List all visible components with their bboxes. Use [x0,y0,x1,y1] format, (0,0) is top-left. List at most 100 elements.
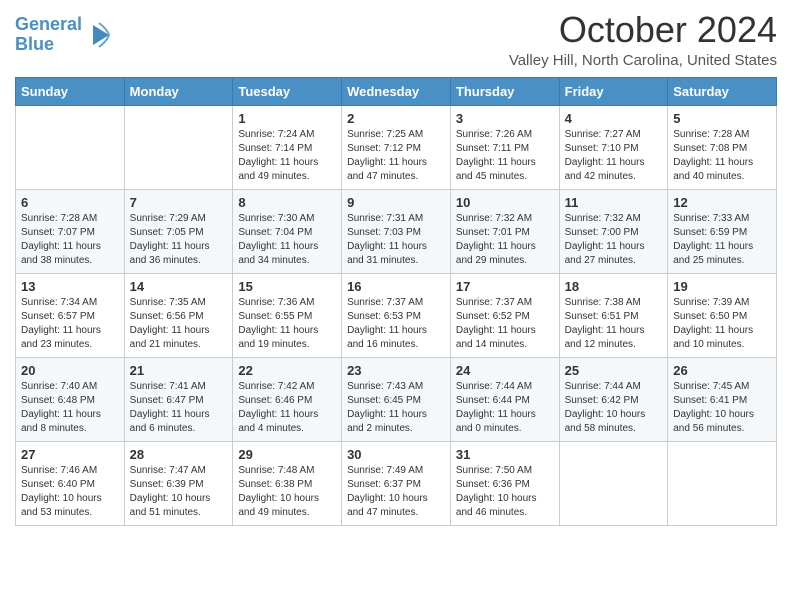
calendar-week-row: 1 Sunrise: 7:24 AM Sunset: 7:14 PM Daylig… [16,105,777,189]
calendar-cell: 8Sunrise: 7:30 AM Sunset: 7:04 PM Daylig… [233,189,342,273]
calendar-cell: 31 Sunrise: 7:50 AM Sunset: 6:36 PM Dayli… [450,441,559,525]
day-info: Sunrise: 7:34 AM Sunset: 6:57 PM Dayligh… [21,296,119,352]
day-number: 16 [347,279,445,294]
weekday-header-monday: Monday [124,77,233,105]
day-number: 28 [130,447,228,462]
day-info: Sunrise: 7:35 AM Sunset: 6:56 PM Dayligh… [130,296,228,352]
calendar-cell: 7 Sunrise: 7:29 AM Sunset: 7:05 PM Daylig… [124,189,233,273]
day-info: Sunrise: 7:36 AM Sunset: 6:55 PM Dayligh… [238,296,336,352]
day-number: 11 [565,195,663,210]
calendar-cell: 29Sunrise: 7:48 AM Sunset: 6:38 PM Dayli… [233,441,342,525]
logo-icon [85,21,113,49]
calendar-cell: 21Sunrise: 7:41 AM Sunset: 6:47 PM Dayli… [124,357,233,441]
calendar-cell: 9Sunrise: 7:31 AM Sunset: 7:03 PM Daylig… [342,189,451,273]
day-number: 18 [565,279,663,294]
calendar-cell: 15 Sunrise: 7:36 AM Sunset: 6:55 PM Dayli… [233,273,342,357]
day-number: 23 [347,363,445,378]
calendar-cell: 18 Sunrise: 7:38 AM Sunset: 6:51 PM Dayli… [559,273,668,357]
day-info: Sunrise: 7:47 AM Sunset: 6:39 PM Dayligh… [130,464,228,520]
day-number: 9 [347,195,445,210]
calendar-cell: 17 Sunrise: 7:37 AM Sunset: 6:52 PM Dayli… [450,273,559,357]
day-info: Sunrise: 7:49 AM Sunset: 6:37 PM Dayligh… [347,464,445,520]
day-info: Sunrise: 7:37 AM Sunset: 6:52 PM Dayligh… [456,296,554,352]
day-number: 31 [456,447,554,462]
calendar-cell: 11 Sunrise: 7:32 AM Sunset: 7:00 PM Dayli… [559,189,668,273]
calendar-cell: 13 Sunrise: 7:34 AM Sunset: 6:57 PM Dayli… [16,273,125,357]
day-info: Sunrise: 7:46 AM Sunset: 6:40 PM Dayligh… [21,464,119,520]
day-number: 17 [456,279,554,294]
calendar-cell: 16 Sunrise: 7:37 AM Sunset: 6:53 PM Dayli… [342,273,451,357]
calendar-cell: 5 Sunrise: 7:28 AM Sunset: 7:08 PM Daylig… [668,105,777,189]
day-info: Sunrise: 7:38 AM Sunset: 6:51 PM Dayligh… [565,296,663,352]
logo-line1: General [15,15,82,35]
calendar-cell [559,441,668,525]
day-info: Sunrise: 7:45 AM Sunset: 6:41 PM Dayligh… [673,380,771,436]
day-number: 4 [565,111,663,126]
day-info: Sunrise: 7:48 AM Sunset: 6:38 PM Dayligh… [238,464,336,520]
calendar-cell: 19Sunrise: 7:39 AM Sunset: 6:50 PM Dayli… [668,273,777,357]
calendar-cell: 20Sunrise: 7:40 AM Sunset: 6:48 PM Dayli… [16,357,125,441]
weekday-header-wednesday: Wednesday [342,77,451,105]
calendar-cell: 6 Sunrise: 7:28 AM Sunset: 7:07 PM Daylig… [16,189,125,273]
day-info: Sunrise: 7:26 AM Sunset: 7:11 PM Dayligh… [456,128,554,184]
weekday-header-tuesday: Tuesday [233,77,342,105]
day-number: 13 [21,279,119,294]
calendar-cell: 27 Sunrise: 7:46 AM Sunset: 6:40 PM Dayli… [16,441,125,525]
day-info: Sunrise: 7:50 AM Sunset: 6:36 PM Dayligh… [456,464,554,520]
calendar-table: SundayMondayTuesdayWednesdayThursdayFrid… [15,77,777,526]
day-info: Sunrise: 7:30 AM Sunset: 7:04 PM Dayligh… [238,212,336,268]
day-number: 14 [130,279,228,294]
day-info: Sunrise: 7:44 AM Sunset: 6:44 PM Dayligh… [456,380,554,436]
calendar-cell: 2 Sunrise: 7:25 AM Sunset: 7:12 PM Daylig… [342,105,451,189]
title-area: October 2024 Valley Hill, North Carolina… [509,10,777,69]
day-info: Sunrise: 7:44 AM Sunset: 6:42 PM Dayligh… [565,380,663,436]
day-info: Sunrise: 7:25 AM Sunset: 7:12 PM Dayligh… [347,128,445,184]
calendar-cell: 4 Sunrise: 7:27 AM Sunset: 7:10 PM Daylig… [559,105,668,189]
calendar-cell: 23 Sunrise: 7:43 AM Sunset: 6:45 PM Dayli… [342,357,451,441]
day-info: Sunrise: 7:32 AM Sunset: 7:00 PM Dayligh… [565,212,663,268]
calendar-cell: 30Sunrise: 7:49 AM Sunset: 6:37 PM Dayli… [342,441,451,525]
day-number: 5 [673,111,771,126]
calendar-cell [16,105,125,189]
day-number: 25 [565,363,663,378]
day-info: Sunrise: 7:43 AM Sunset: 6:45 PM Dayligh… [347,380,445,436]
calendar-week-row: 13 Sunrise: 7:34 AM Sunset: 6:57 PM Dayli… [16,273,777,357]
day-number: 19 [673,279,771,294]
calendar-cell: 26Sunrise: 7:45 AM Sunset: 6:41 PM Dayli… [668,357,777,441]
day-number: 6 [21,195,119,210]
calendar-cell: 24Sunrise: 7:44 AM Sunset: 6:44 PM Dayli… [450,357,559,441]
day-info: Sunrise: 7:37 AM Sunset: 6:53 PM Dayligh… [347,296,445,352]
day-number: 2 [347,111,445,126]
calendar-week-row: 6 Sunrise: 7:28 AM Sunset: 7:07 PM Daylig… [16,189,777,273]
day-number: 3 [456,111,554,126]
location-subtitle: Valley Hill, North Carolina, United Stat… [509,52,777,69]
month-title: October 2024 [509,10,777,50]
day-info: Sunrise: 7:33 AM Sunset: 6:59 PM Dayligh… [673,212,771,268]
day-info: Sunrise: 7:27 AM Sunset: 7:10 PM Dayligh… [565,128,663,184]
calendar-cell: 28 Sunrise: 7:47 AM Sunset: 6:39 PM Dayli… [124,441,233,525]
day-number: 1 [238,111,336,126]
calendar-cell: 3 Sunrise: 7:26 AM Sunset: 7:11 PM Daylig… [450,105,559,189]
day-info: Sunrise: 7:28 AM Sunset: 7:08 PM Dayligh… [673,128,771,184]
calendar-week-row: 27 Sunrise: 7:46 AM Sunset: 6:40 PM Dayli… [16,441,777,525]
day-info: Sunrise: 7:42 AM Sunset: 6:46 PM Dayligh… [238,380,336,436]
day-number: 15 [238,279,336,294]
calendar-cell: 22Sunrise: 7:42 AM Sunset: 6:46 PM Dayli… [233,357,342,441]
weekday-header-friday: Friday [559,77,668,105]
day-number: 12 [673,195,771,210]
day-info: Sunrise: 7:41 AM Sunset: 6:47 PM Dayligh… [130,380,228,436]
day-info: Sunrise: 7:28 AM Sunset: 7:07 PM Dayligh… [21,212,119,268]
day-info: Sunrise: 7:24 AM Sunset: 7:14 PM Dayligh… [238,128,336,184]
day-info: Sunrise: 7:29 AM Sunset: 7:05 PM Dayligh… [130,212,228,268]
day-info: Sunrise: 7:32 AM Sunset: 7:01 PM Dayligh… [456,212,554,268]
day-number: 7 [130,195,228,210]
day-info: Sunrise: 7:40 AM Sunset: 6:48 PM Dayligh… [21,380,119,436]
weekday-header-saturday: Saturday [668,77,777,105]
day-number: 27 [21,447,119,462]
weekday-header-row: SundayMondayTuesdayWednesdayThursdayFrid… [16,77,777,105]
logo-line2: Blue [15,35,82,55]
calendar-cell [668,441,777,525]
calendar-cell: 1 Sunrise: 7:24 AM Sunset: 7:14 PM Daylig… [233,105,342,189]
calendar-cell: 25 Sunrise: 7:44 AM Sunset: 6:42 PM Dayli… [559,357,668,441]
weekday-header-thursday: Thursday [450,77,559,105]
